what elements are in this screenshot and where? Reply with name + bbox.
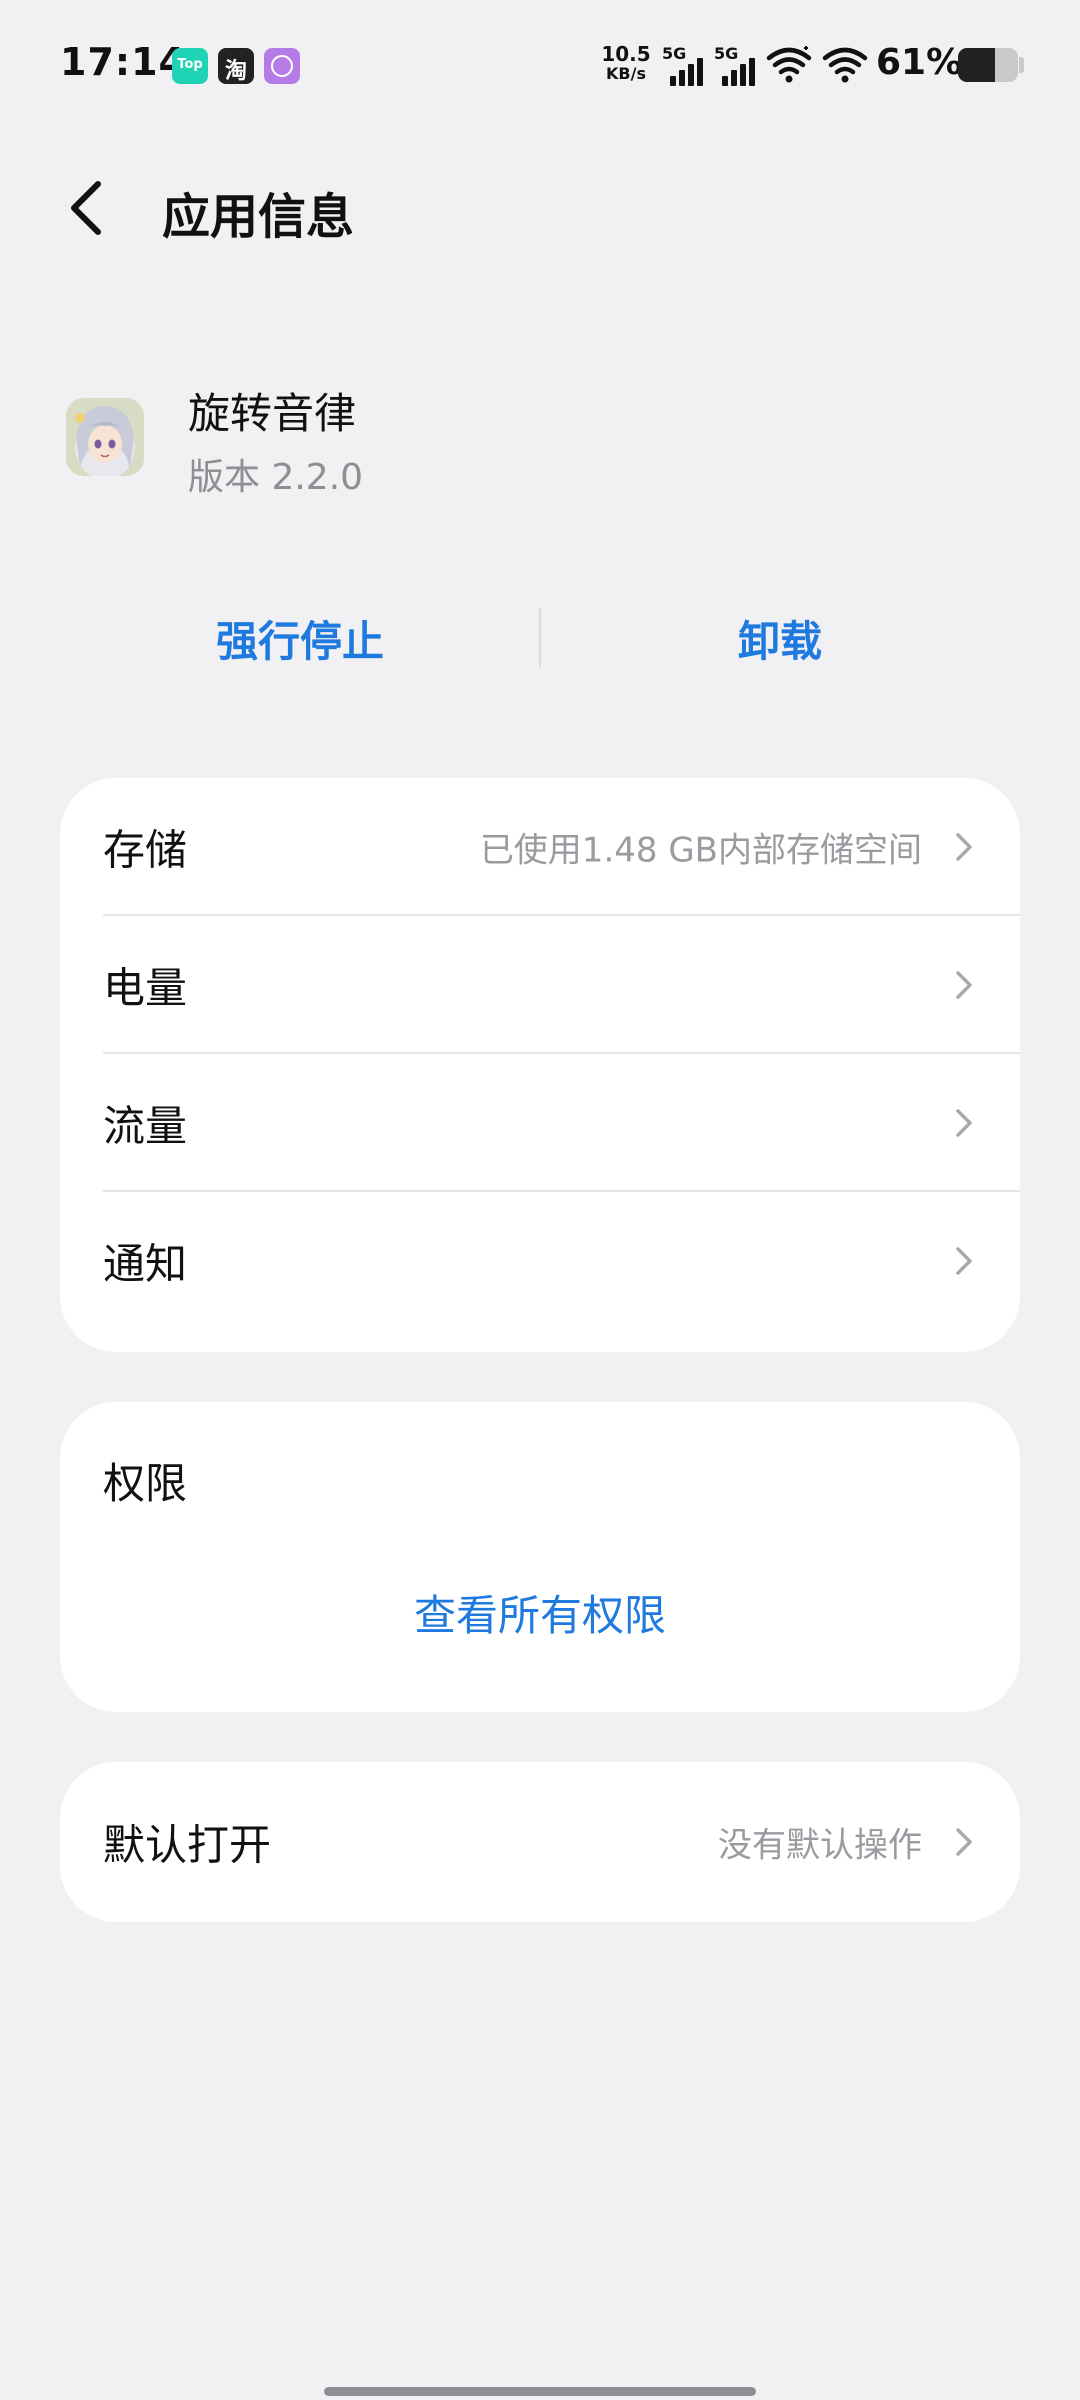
chevron-right-icon (956, 1247, 972, 1275)
battery-percent: 61% (876, 42, 963, 83)
app-version: 版本 2.2.0 (188, 457, 364, 498)
default-open-label: 默认打开 (103, 1820, 272, 1870)
app-name: 旋转音律 (188, 389, 357, 438)
top-app-notification-icon: Top (172, 48, 208, 84)
permissions-title: 权限 (103, 1459, 188, 1508)
data-usage-row[interactable]: 流量 (60, 1054, 1020, 1192)
anime-character-icon (66, 398, 144, 476)
storage-value: 已使用1.48 GB内部存储空间 (479, 830, 922, 871)
chevron-right-icon (956, 971, 972, 999)
cellular-type-label-2: 5G (714, 44, 739, 63)
chevron-right-icon (956, 1828, 972, 1856)
cellular-type-label: 5G (662, 44, 687, 63)
battery-level-fill (958, 48, 995, 82)
battery-usage-label: 电量 (103, 963, 188, 1013)
chevron-right-icon (956, 833, 972, 861)
status-time: 17:14 (60, 40, 186, 84)
permissions-card: 权限 查看所有权限 (60, 1402, 1020, 1712)
battery-tip (1019, 57, 1024, 73)
cellular-signal-icon-2: 5G (714, 44, 760, 86)
action-divider (539, 608, 541, 668)
network-speed-value: 10.5 (601, 42, 651, 66)
page-title: 应用信息 (162, 189, 355, 245)
uninstall-button[interactable]: 卸载 (580, 608, 980, 668)
default-open-row[interactable]: 默认打开 没有默认操作 (60, 1773, 1020, 1911)
wifi-icon-2 (822, 47, 868, 83)
status-bar: 17:14 Top 淘 10.5 KB/s 5G 5G 61% (0, 0, 1080, 130)
view-all-permissions-link[interactable]: 查看所有权限 (60, 1582, 1020, 1643)
home-indicator[interactable] (324, 2387, 756, 2396)
taobao-notification-icon: 淘 (218, 48, 254, 84)
network-speed-unit: KB/s (606, 64, 646, 83)
notifications-row[interactable]: 通知 (60, 1192, 1020, 1330)
notifications-label: 通知 (103, 1239, 188, 1289)
purple-app-notification-icon (264, 48, 300, 84)
network-speed: 10.5 KB/s (600, 44, 652, 84)
top-app-icon-text: Top (177, 57, 203, 72)
storage-row[interactable]: 存储 已使用1.48 GB内部存储空间 (60, 778, 1020, 916)
battery-icon (958, 48, 1018, 82)
default-open-card: 默认打开 没有默认操作 (60, 1762, 1020, 1922)
default-open-value: 没有默认操作 (718, 1825, 922, 1866)
chevron-left-icon (71, 181, 101, 235)
data-usage-label: 流量 (103, 1101, 188, 1151)
battery-usage-row[interactable]: 电量 (60, 916, 1020, 1054)
back-button[interactable] (60, 168, 116, 248)
chevron-right-icon (956, 1109, 972, 1137)
app-icon (66, 398, 144, 476)
wifi-icon (766, 46, 812, 83)
force-stop-button[interactable]: 强行停止 (100, 608, 500, 668)
storage-label: 存储 (103, 825, 188, 875)
taobao-icon-text: 淘 (224, 59, 247, 84)
app-settings-card: 存储 已使用1.48 GB内部存储空间 电量 流量 通知 (60, 778, 1020, 1352)
cellular-signal-icon: 5G (662, 44, 708, 86)
